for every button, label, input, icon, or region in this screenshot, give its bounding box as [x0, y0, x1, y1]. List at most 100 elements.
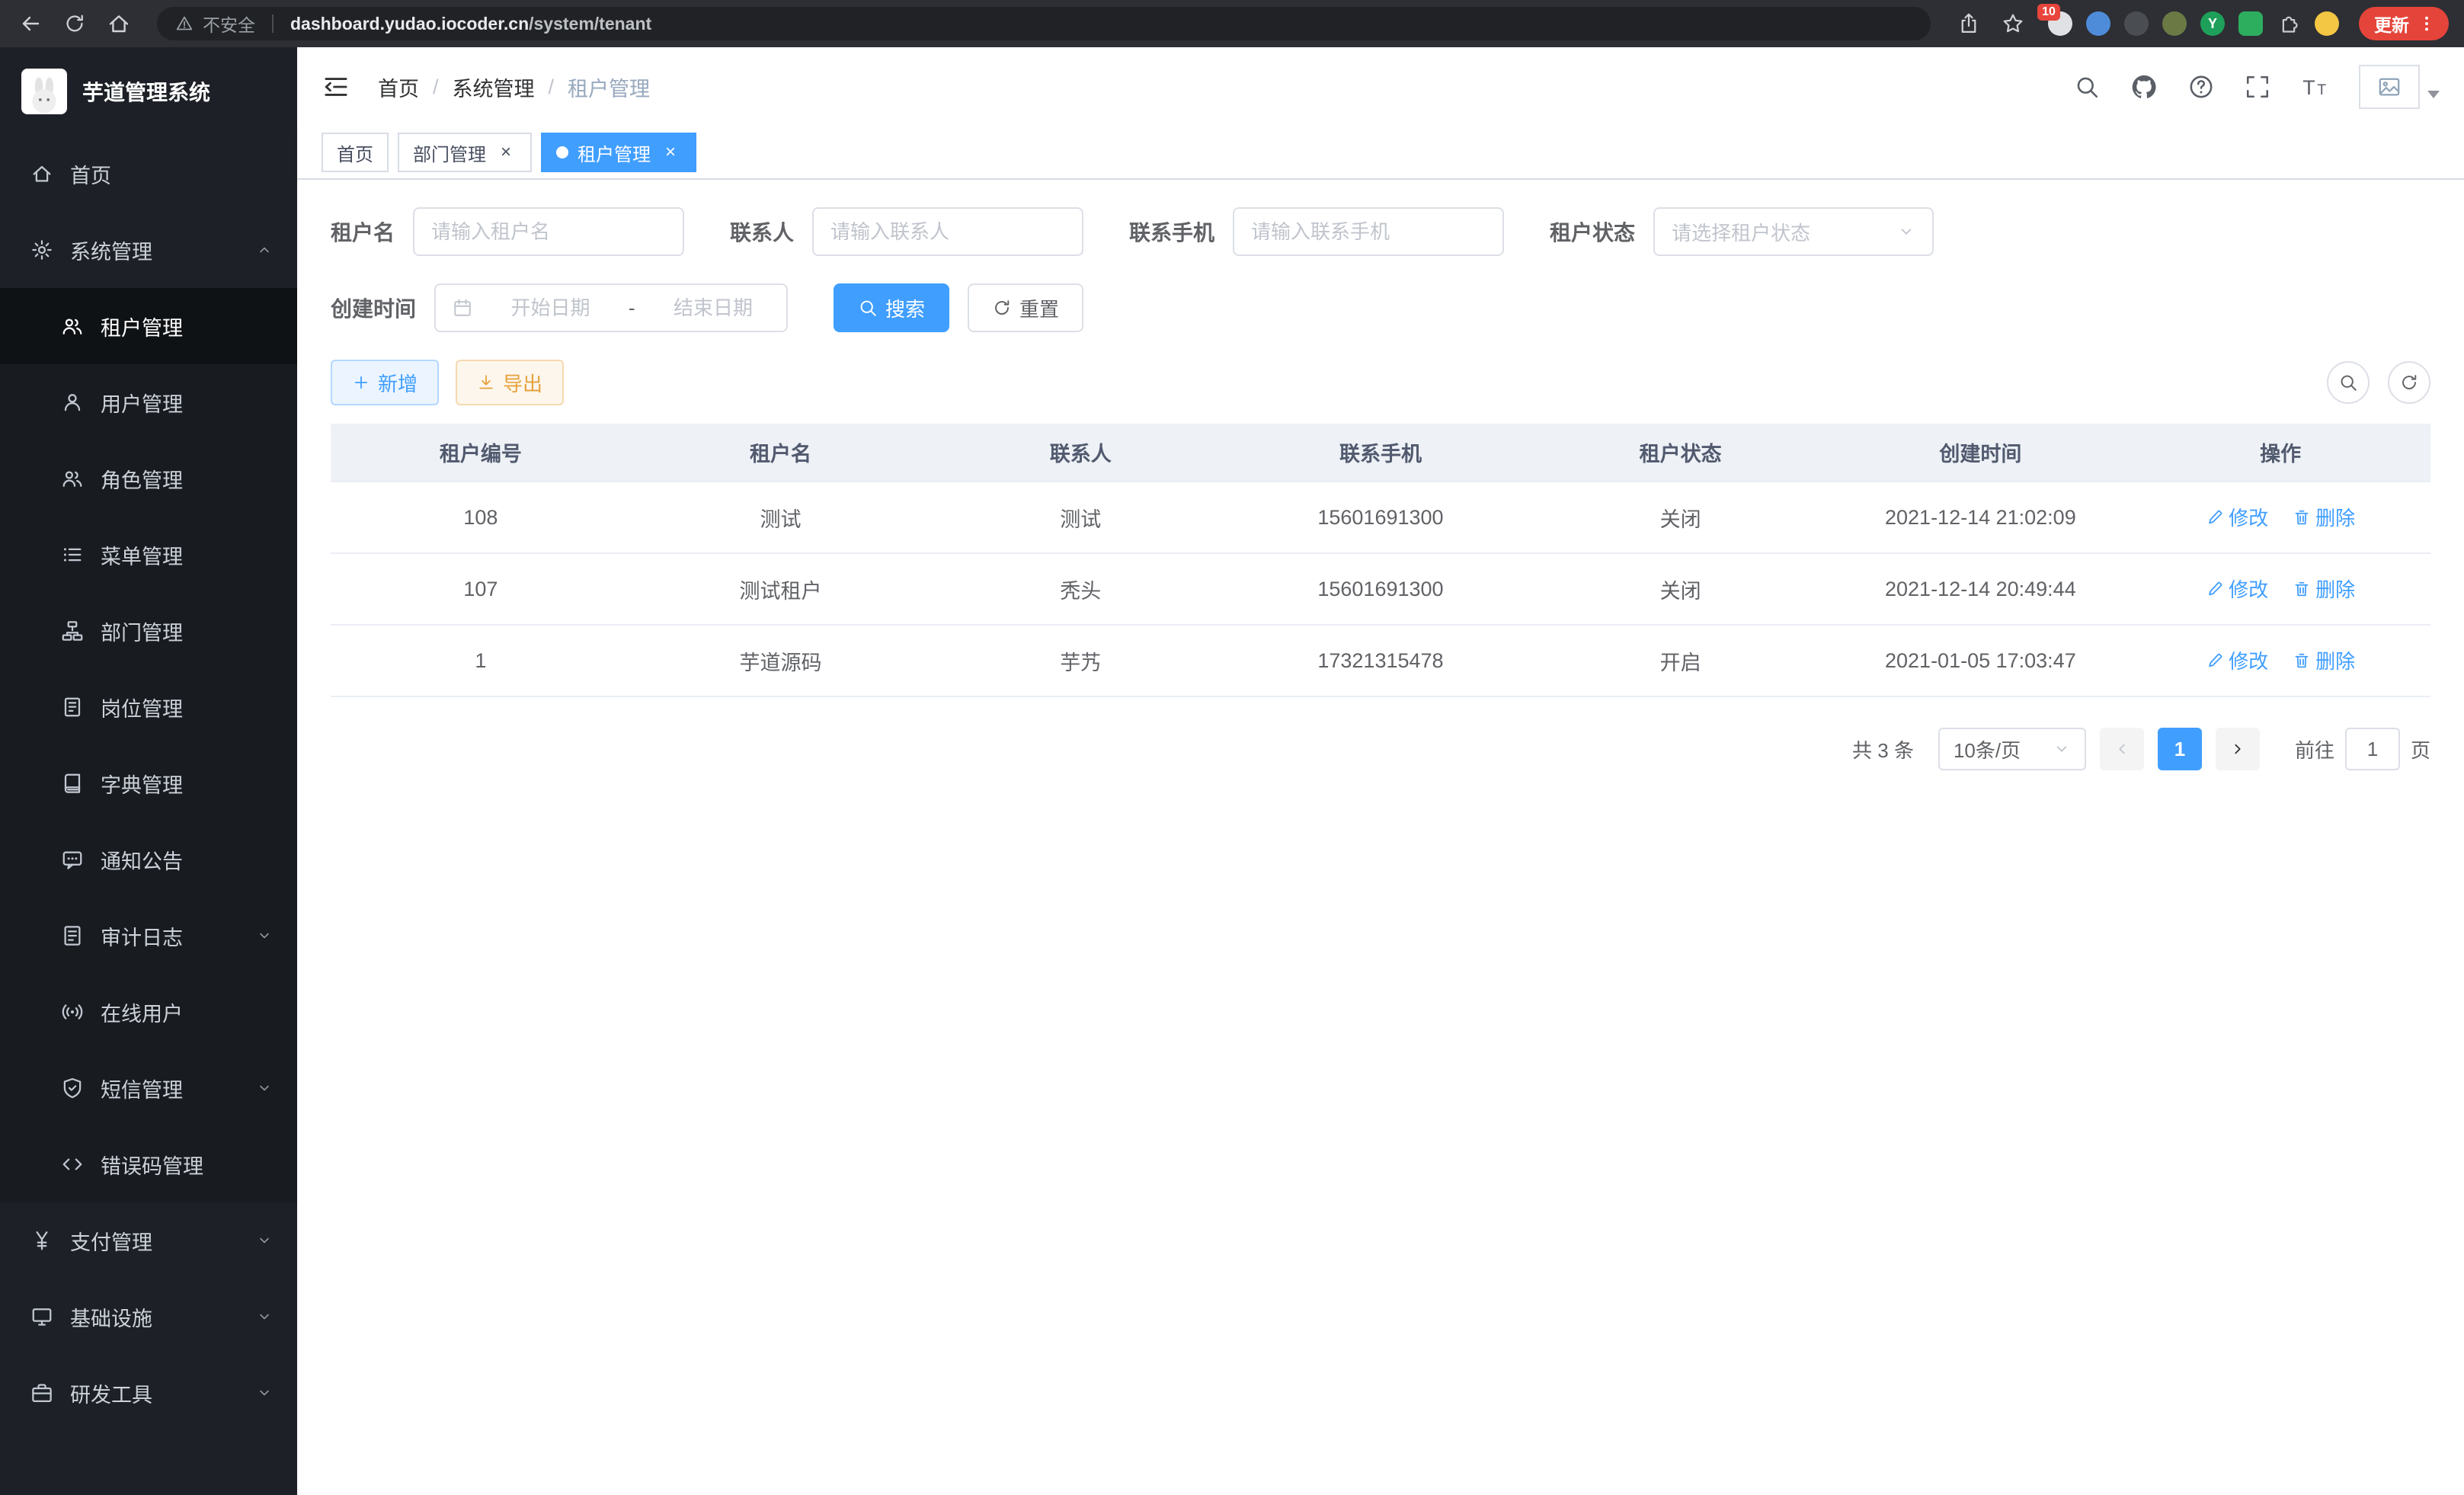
sidebar-item-audit-log[interactable]: 审计日志 — [0, 898, 297, 974]
sidebar-item-role[interactable]: 角色管理 — [0, 440, 297, 517]
table-toolbar: 新增 导出 — [331, 360, 2430, 405]
github-icon[interactable] — [2130, 73, 2158, 101]
edit-icon — [2206, 508, 2224, 527]
cell-mobile: 17321315478 — [1230, 625, 1531, 696]
infra-icon — [30, 1305, 53, 1328]
code-icon — [61, 1153, 84, 1176]
breadcrumb-item[interactable]: 系统管理 — [453, 72, 535, 102]
browser-reload-icon[interactable] — [59, 8, 90, 39]
export-button[interactable]: 导出 — [456, 360, 564, 405]
next-page-button[interactable] — [2216, 728, 2260, 770]
tree-icon — [61, 619, 84, 642]
sidebar-item-notice[interactable]: 通知公告 — [0, 821, 297, 898]
tenant-name-field[interactable] — [413, 207, 684, 256]
page-number-1[interactable]: 1 — [2158, 728, 2202, 770]
browser-home-icon[interactable] — [104, 8, 134, 39]
extension-green-y-icon[interactable]: Y — [2200, 11, 2225, 36]
help-icon[interactable] — [2188, 74, 2214, 100]
app-logo[interactable]: 芋道管理系统 — [0, 47, 297, 136]
refresh-table-button[interactable] — [2388, 361, 2430, 404]
tool-icon — [30, 1381, 53, 1404]
delete-button[interactable]: 删除 — [2293, 503, 2355, 531]
sidebar-toggle-icon[interactable] — [322, 72, 350, 101]
edit-button[interactable]: 修改 — [2206, 575, 2268, 603]
reset-button[interactable]: 重置 — [968, 283, 1083, 332]
close-icon[interactable]: × — [495, 142, 517, 163]
browser-chrome: 不安全 dashboard.yudao.iocoder.cn/system/te… — [0, 0, 2464, 47]
extension-gray-badged-icon[interactable]: 10 — [2048, 11, 2072, 36]
user-avatar-dropdown[interactable] — [2359, 65, 2440, 109]
sidebar-item-dict[interactable]: 字典管理 — [0, 745, 297, 821]
filter-label: 租户状态 — [1550, 216, 1635, 247]
date-range-picker[interactable]: - — [434, 283, 788, 332]
status-select[interactable]: 请选择租户状态 — [1653, 207, 1934, 256]
chevron-down-icon — [256, 1308, 273, 1325]
sidebar-item-system[interactable]: 系统管理 — [0, 212, 297, 288]
prev-page-button[interactable] — [2100, 728, 2144, 770]
search-button[interactable]: 搜索 — [834, 283, 949, 332]
sidebar-item-tenant[interactable]: 租户管理 — [0, 288, 297, 364]
address-bar[interactable]: 不安全 dashboard.yudao.iocoder.cn/system/te… — [157, 7, 1931, 40]
extension-blue-icon[interactable] — [2086, 11, 2110, 36]
font-size-icon[interactable]: TT — [2301, 73, 2328, 101]
breadcrumb-item[interactable]: 首页 — [378, 72, 419, 102]
sidebar-item-dev-tool[interactable]: 研发工具 — [0, 1355, 297, 1431]
tab-dept[interactable]: 部门管理× — [398, 133, 532, 172]
share-icon[interactable] — [1954, 8, 1984, 39]
add-button[interactable]: 新增 — [331, 360, 439, 405]
tab-tenant[interactable]: 租户管理× — [541, 133, 696, 172]
sidebar-item-sms[interactable]: 短信管理 — [0, 1050, 297, 1126]
cell-name: 测试租户 — [631, 553, 931, 625]
delete-button[interactable]: 删除 — [2293, 575, 2355, 603]
edit-button[interactable]: 修改 — [2206, 646, 2268, 674]
edit-button[interactable]: 修改 — [2206, 503, 2268, 531]
browser-menu-icon[interactable] — [2417, 14, 2437, 34]
screen: 不安全 dashboard.yudao.iocoder.cn/system/te… — [0, 0, 2464, 1495]
tenant-name-input[interactable] — [431, 220, 666, 244]
browser-update-button[interactable]: 更新 — [2359, 7, 2449, 40]
fullscreen-icon[interactable] — [2245, 74, 2270, 100]
close-icon[interactable]: × — [660, 142, 681, 163]
sidebar-item-error-code[interactable]: 错误码管理 — [0, 1126, 297, 1202]
toggle-search-button[interactable] — [2327, 361, 2370, 404]
chevron-down-icon — [2053, 740, 2071, 758]
contact-input[interactable] — [830, 220, 1065, 244]
mobile-field[interactable] — [1233, 207, 1504, 256]
sidebar-item-pay[interactable]: 支付管理 — [0, 1202, 297, 1279]
sidebar-item-dept[interactable]: 部门管理 — [0, 593, 297, 669]
extensions-puzzle-icon[interactable] — [2277, 11, 2301, 36]
cell-contact: 芋艿 — [930, 625, 1230, 696]
contact-field[interactable] — [812, 207, 1083, 256]
page-size-select[interactable]: 10条/页 — [1938, 728, 2086, 770]
start-date-input[interactable] — [494, 296, 606, 320]
delete-button[interactable]: 删除 — [2293, 646, 2355, 674]
sidebar-item-menu[interactable]: 菜单管理 — [0, 517, 297, 593]
sidebar-menu: 首页系统管理租户管理用户管理角色管理菜单管理部门管理岗位管理字典管理通知公告审计… — [0, 136, 297, 1495]
tab-home[interactable]: 首页 — [322, 133, 389, 172]
sidebar: 芋道管理系统 首页系统管理租户管理用户管理角色管理菜单管理部门管理岗位管理字典管… — [0, 47, 297, 1495]
profile-avatar-icon[interactable] — [2315, 11, 2339, 36]
sidebar-item-post[interactable]: 岗位管理 — [0, 669, 297, 745]
tags-view: 首页部门管理×租户管理× — [297, 126, 2464, 180]
bookmark-star-icon[interactable] — [1998, 8, 2028, 39]
extension-olive-icon[interactable] — [2162, 11, 2187, 36]
extension-dark-globe-icon[interactable] — [2124, 11, 2149, 36]
app-title: 芋道管理系统 — [82, 76, 210, 107]
goto-page-input[interactable] — [2345, 728, 2400, 770]
sidebar-item-user[interactable]: 用户管理 — [0, 364, 297, 440]
sidebar-item-infra[interactable]: 基础设施 — [0, 1279, 297, 1355]
page-content: 租户名 联系人 联系手机 — [297, 180, 2464, 1495]
breadcrumb-separator: / — [549, 75, 555, 99]
mobile-input[interactable] — [1251, 220, 1486, 244]
sidebar-item-home[interactable]: 首页 — [0, 136, 297, 212]
browser-back-icon[interactable] — [15, 8, 46, 39]
extension-green-chat-icon[interactable] — [2238, 11, 2263, 36]
security-label: 不安全 — [203, 11, 255, 37]
filter-row-2: 创建时间 - 搜索 — [331, 283, 2430, 332]
pagination-total: 共 3 条 — [1852, 735, 1914, 764]
tab-label: 首页 — [337, 139, 373, 166]
search-icon[interactable] — [2074, 74, 2100, 100]
end-date-input[interactable] — [657, 296, 770, 320]
goto-label: 前往 — [2295, 735, 2334, 764]
sidebar-item-online-user[interactable]: 在线用户 — [0, 974, 297, 1050]
